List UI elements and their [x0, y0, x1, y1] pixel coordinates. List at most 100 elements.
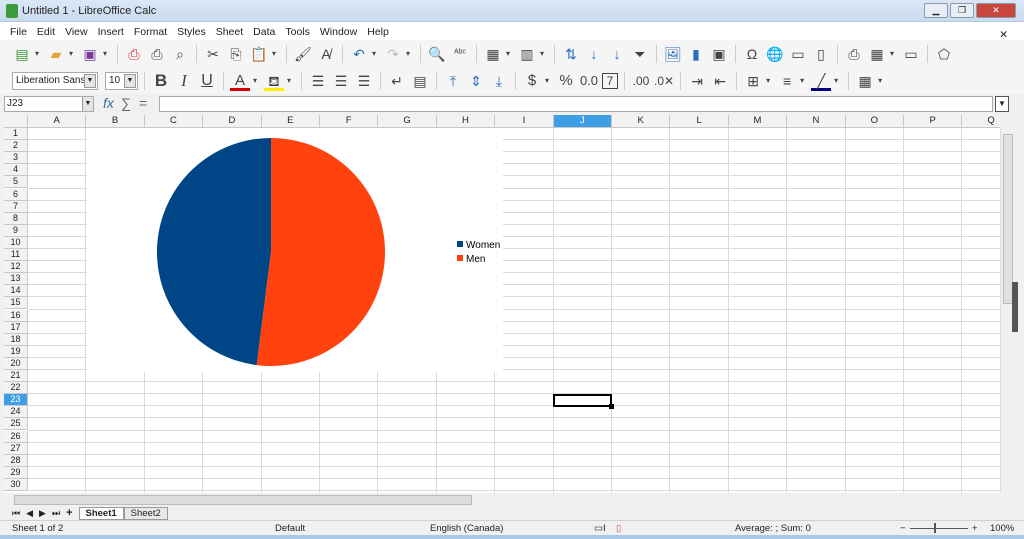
spreadsheet-grid[interactable]: A B C D E F G H I J K L M N O P Q 1 2 3 4 5 6 7 8 9 10 11 12 13 14 15 16…	[4, 115, 1000, 493]
row-header-10[interactable]: 10	[4, 236, 28, 249]
undo-dropdown-icon[interactable]: ▾	[372, 49, 380, 58]
font-name-select[interactable]: Liberation Sans ▼	[12, 71, 98, 90]
save-icon[interactable]: ▣	[80, 44, 100, 64]
save-dropdown-icon[interactable]: ▾	[103, 49, 111, 58]
column-header-L[interactable]: L	[670, 115, 729, 128]
row-header-20[interactable]: 20	[4, 357, 28, 370]
add-decimal-icon[interactable]: .00	[631, 71, 651, 91]
menu-data[interactable]: Data	[249, 22, 281, 40]
zoom-out-icon[interactable]: −	[900, 523, 906, 534]
border-style-dropdown-icon[interactable]: ▾	[800, 76, 808, 85]
sort-ascending-icon[interactable]: ↓	[584, 44, 604, 64]
spelling-icon[interactable]: ᴬᵇᶜ	[450, 44, 470, 64]
paste-dropdown-icon[interactable]: ▾	[272, 49, 280, 58]
insert-image-icon[interactable]: 🖼	[663, 44, 683, 64]
menu-format[interactable]: Format	[130, 22, 173, 40]
menu-tools[interactable]: Tools	[281, 22, 316, 40]
borders-dropdown-icon[interactable]: ▾	[766, 76, 774, 85]
row-header-14[interactable]: 14	[4, 285, 28, 298]
next-sheet-icon[interactable]: ▶	[39, 508, 46, 519]
menu-styles[interactable]: Styles	[173, 22, 212, 40]
freeze-dropdown-icon[interactable]: ▾	[890, 49, 898, 58]
name-box[interactable]: J23 ▼	[4, 96, 94, 112]
new-dropdown-icon[interactable]: ▾	[35, 49, 43, 58]
column-header-M[interactable]: M	[728, 115, 788, 128]
sum-icon[interactable]: ∑	[121, 95, 131, 111]
row-header-17[interactable]: 17	[4, 321, 28, 334]
conditional-format-icon[interactable]: ▦	[855, 71, 875, 91]
row-header-12[interactable]: 12	[4, 261, 28, 274]
row-header-8[interactable]: 8	[4, 212, 28, 225]
last-sheet-icon[interactable]: ⏭	[52, 508, 60, 519]
column-header-F[interactable]: F	[320, 115, 379, 128]
function-wizard-icon[interactable]: fx	[103, 95, 114, 111]
hyperlink-icon[interactable]: 🌐	[765, 44, 785, 64]
wrap-text-icon[interactable]: ↵	[387, 71, 407, 91]
sheet-tab-sheet2[interactable]: Sheet2	[123, 506, 168, 520]
row-header-19[interactable]: 19	[4, 345, 28, 358]
align-right-icon[interactable]: ☰	[354, 71, 374, 91]
vertical-splitter-handle[interactable]	[1012, 282, 1018, 332]
row-dropdown-icon[interactable]: ▾	[506, 49, 514, 58]
font-size-select[interactable]: 10 ▼	[105, 71, 138, 90]
selection-mode-icon[interactable]: ▭I	[594, 523, 606, 534]
cut-icon[interactable]: ✂	[203, 44, 223, 64]
open-icon[interactable]: ▰	[46, 44, 66, 64]
delete-decimal-icon[interactable]: .0✕	[654, 71, 674, 91]
column-header-D[interactable]: D	[203, 115, 262, 128]
chevron-down-icon[interactable]: ▼	[124, 73, 136, 88]
row-header-26[interactable]: 26	[4, 430, 28, 443]
row-header-28[interactable]: 28	[4, 454, 28, 467]
close-button[interactable]: ✕	[976, 3, 1016, 18]
menu-sheet[interactable]: Sheet	[212, 22, 249, 40]
align-top-icon[interactable]: ⤒	[443, 71, 463, 91]
font-color-dropdown-icon[interactable]: ▾	[253, 76, 261, 85]
column-header-H[interactable]: H	[436, 115, 496, 128]
bold-icon[interactable]: B	[151, 71, 171, 91]
expand-formula-bar-icon[interactable]: ▼	[995, 96, 1009, 112]
zoom-level[interactable]: 100%	[990, 523, 1014, 534]
font-color-icon[interactable]: A	[230, 71, 250, 91]
row-header-30[interactable]: 30	[4, 478, 28, 491]
row-header-1[interactable]: 1	[4, 128, 28, 141]
row-header-4[interactable]: 4	[4, 164, 28, 177]
currency-format-icon[interactable]: $	[522, 71, 542, 91]
add-sheet-icon[interactable]: +	[66, 507, 72, 519]
number-format-icon[interactable]: 0.0	[579, 71, 599, 91]
row-header-23[interactable]: 23	[4, 394, 28, 407]
pie-slice-men[interactable]	[256, 138, 385, 366]
column-icon[interactable]: ▥	[517, 44, 537, 64]
show-draw-functions-icon[interactable]: ⬠	[934, 44, 954, 64]
column-header-P[interactable]: P	[904, 115, 963, 128]
column-header-E[interactable]: E	[261, 115, 320, 128]
vertical-scroll-thumb[interactable]	[1003, 134, 1013, 304]
italic-icon[interactable]: I	[174, 71, 194, 91]
column-header-N[interactable]: N	[787, 115, 846, 128]
first-sheet-icon[interactable]: ⏮	[12, 508, 20, 519]
zoom-slider-knob[interactable]	[934, 523, 936, 533]
zoom-in-icon[interactable]: +	[972, 523, 978, 534]
select-all-corner[interactable]	[4, 115, 28, 128]
column-dropdown-icon[interactable]: ▾	[540, 49, 548, 58]
menu-window[interactable]: Window	[316, 22, 363, 40]
pie-slice-women[interactable]	[156, 138, 271, 366]
row-header-7[interactable]: 7	[4, 200, 28, 213]
row-header-15[interactable]: 15	[4, 297, 28, 310]
chevron-down-icon[interactable]: ▼	[82, 97, 93, 111]
sort-icon[interactable]: ⇅	[561, 44, 581, 64]
autofilter-icon[interactable]: ⏷	[630, 44, 650, 64]
borders-icon[interactable]: ⊞	[743, 71, 763, 91]
percent-format-icon[interactable]: %	[556, 71, 576, 91]
sort-descending-icon[interactable]: ↓	[607, 44, 627, 64]
menu-view[interactable]: View	[61, 22, 94, 40]
pivot-table-icon[interactable]: ▣	[709, 44, 729, 64]
menu-edit[interactable]: Edit	[33, 22, 61, 40]
border-style-icon[interactable]: ≡	[777, 71, 797, 91]
center-vertically-icon[interactable]: ⇕	[466, 71, 486, 91]
align-center-icon[interactable]: ☰	[331, 71, 351, 91]
new-icon[interactable]: ▤	[12, 44, 32, 64]
row-header-22[interactable]: 22	[4, 382, 28, 395]
underline-icon[interactable]: U	[197, 71, 217, 91]
split-window-icon[interactable]: ▭	[901, 44, 921, 64]
chevron-down-icon[interactable]: ▼	[84, 73, 96, 88]
